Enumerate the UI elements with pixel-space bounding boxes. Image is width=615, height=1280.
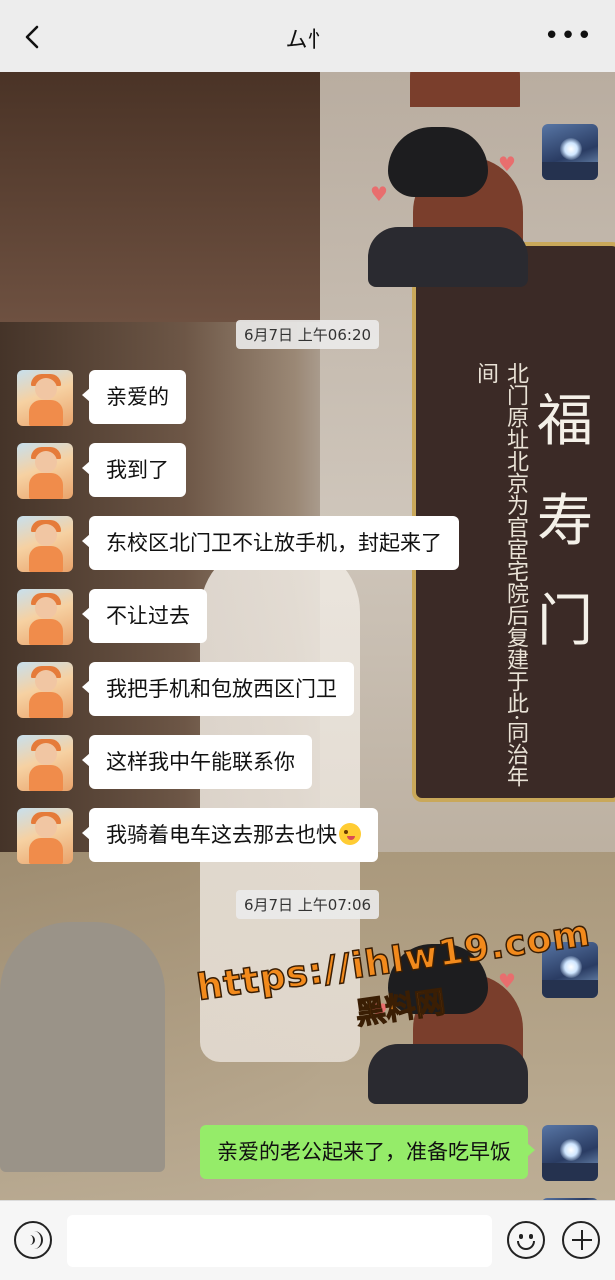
timestamp-text: 6月7日 上午07:06 [235, 890, 380, 919]
avatar-contact[interactable] [17, 735, 73, 791]
message-bubble[interactable]: 我到了 [82, 443, 186, 497]
more-dots-icon[interactable]: ••• [544, 23, 593, 49]
timestamp: 6月7日 上午06:20 [0, 320, 615, 349]
message-bubble[interactable]: 我把手机和包放西区门卫 [82, 662, 354, 716]
message-bubble[interactable]: 亲爱的 [82, 370, 186, 424]
avatar-contact[interactable] [17, 662, 73, 718]
avatar-self[interactable] [542, 124, 598, 180]
chat-title: ム忄 [285, 28, 330, 53]
chat-header: ム忄 ••• [0, 0, 615, 72]
sticker-message[interactable] [365, 72, 530, 107]
avatar-contact[interactable] [17, 516, 73, 572]
input-bar [0, 1200, 615, 1280]
message-bubble[interactable]: 东校区北门卫不让放手机，封起来了 [82, 516, 459, 570]
sticker-message[interactable]: ♥ ♥ [368, 127, 533, 287]
voice-icon[interactable] [14, 1221, 52, 1259]
avatar-self[interactable] [542, 1125, 598, 1181]
chat-area[interactable]: 福寿门 北门原址北京为官宦宅院后复建于此·同治年间 ♥ ♥ 6月7日 上午06:… [0, 72, 615, 1200]
message-bubble[interactable]: 亲爱的老公起来了，准备吃早饭 [200, 1125, 535, 1179]
message-bubble[interactable]: 这样我中午能联系你 [82, 735, 312, 789]
sign-small-text: 北门原址北京为官宦宅院后复建于此·同治年间 [473, 362, 528, 787]
background-stone [0, 922, 165, 1172]
avatar-contact[interactable] [17, 808, 73, 864]
message-text: 我骑着电车这去那去也快 [106, 823, 337, 847]
sign-large-text: 福寿门 [537, 389, 593, 654]
winking-face-icon [339, 823, 361, 845]
timestamp-text: 6月7日 上午06:20 [235, 320, 380, 349]
avatar-contact[interactable] [17, 370, 73, 426]
background-beam [0, 72, 330, 322]
plus-icon[interactable] [562, 1221, 600, 1259]
avatar-contact[interactable] [17, 589, 73, 645]
message-input[interactable] [67, 1215, 492, 1267]
timestamp: 6月7日 上午07:06 [0, 890, 615, 919]
avatar-contact[interactable] [17, 443, 73, 499]
message-bubble[interactable]: 不让过去 [82, 589, 207, 643]
smiley-icon[interactable] [507, 1221, 545, 1259]
message-bubble[interactable]: 我骑着电车这去那去也快 [82, 808, 378, 862]
